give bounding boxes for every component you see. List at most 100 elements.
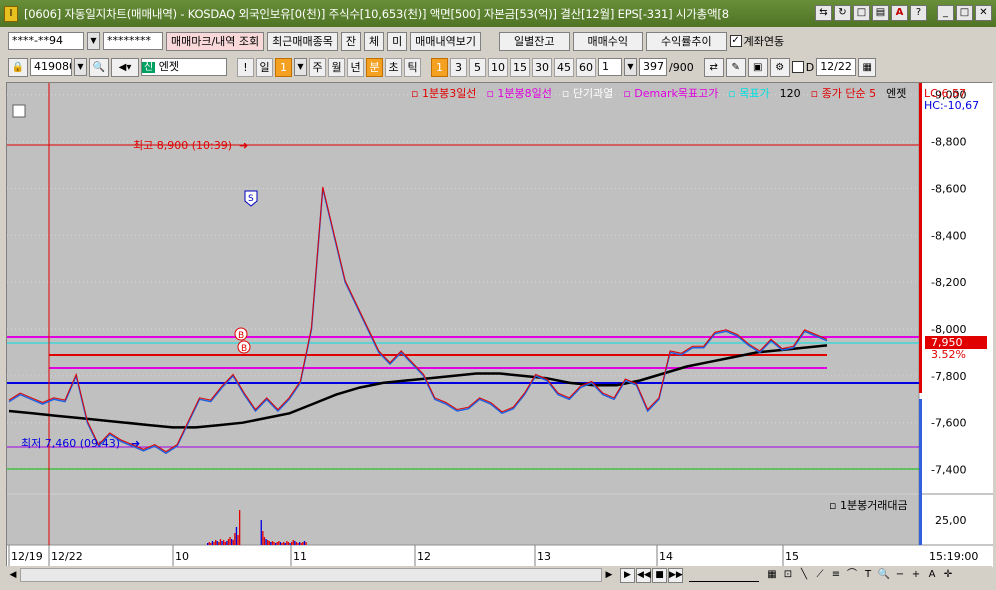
text-tool-icon[interactable]: T: [861, 568, 875, 582]
d-checkbox[interactable]: D: [791, 60, 815, 74]
volume-legend-label: ▫ 1분봉거래대금: [829, 499, 908, 512]
volume-bar: [286, 541, 288, 545]
volume-bar: [219, 539, 222, 545]
minute-60-button[interactable]: 60: [576, 57, 596, 77]
period-month-button[interactable]: 월: [328, 57, 345, 77]
executed-button[interactable]: 체: [364, 31, 385, 51]
minute-3-button[interactable]: 3: [450, 57, 467, 77]
chart-scrollbar[interactable]: ◀ ▶ ▶ ◀◀ ■ ▶▶ ▦ ⊡ ╲ ⟋ ≡ ⌒ T 🔍 − + A ✛: [6, 566, 992, 584]
minute-45-button[interactable]: 45: [554, 57, 574, 77]
arc-icon[interactable]: ⌒: [845, 568, 859, 582]
lock-icon[interactable]: 🔒: [8, 57, 28, 77]
draw-line-icon[interactable]: ╲: [797, 568, 811, 582]
period-dropdown-icon[interactable]: ▼: [294, 58, 307, 76]
bar-count-field[interactable]: 397: [639, 58, 667, 76]
price-tick-label: -7,800: [931, 370, 966, 383]
code-dropdown-icon[interactable]: ▼: [74, 58, 87, 76]
close-button[interactable]: ✕: [975, 5, 992, 21]
view-trades-button[interactable]: 매매내역보기: [410, 31, 482, 51]
window-title: [0606] 자동일지차트(매매내역) - KOSDAQ 외국인보유[0(천)]…: [24, 6, 729, 21]
swap-icon[interactable]: ⇄: [703, 57, 724, 77]
link-icon[interactable]: ⇆: [815, 5, 832, 21]
price-chart[interactable]: S B B 최고 8,900 (10:39) ➜ 최저 7,460 (09:43…: [7, 83, 993, 567]
d-checkbox-box[interactable]: [791, 61, 804, 73]
period-day-button[interactable]: 일: [256, 57, 273, 77]
minute-1-button[interactable]: 1: [431, 57, 448, 77]
d-label: D: [805, 60, 815, 74]
trade-profit-button[interactable]: 매매수익: [572, 31, 643, 51]
period-second-button[interactable]: 초: [385, 57, 402, 77]
scroll-right-icon[interactable]: ▶: [602, 568, 616, 582]
stock-name-field[interactable]: 신 엔젯: [141, 58, 227, 76]
volume-bar: [292, 540, 294, 545]
minute-15-button[interactable]: 15: [510, 57, 530, 77]
refresh-icon[interactable]: ↻: [834, 5, 851, 21]
daily-balance-button[interactable]: 일별잔고: [499, 31, 570, 51]
zoom-icon[interactable]: 🔍: [877, 568, 891, 582]
trade-mark-button[interactable]: 매매마크/내역 조회: [166, 31, 265, 51]
scroll-track[interactable]: [20, 568, 602, 582]
chart-grid-icon[interactable]: [12, 104, 26, 118]
balance-button[interactable]: 잔: [340, 31, 362, 51]
return-trend-button[interactable]: 수익률추이: [645, 31, 727, 51]
low-arrow-icon: ➜: [131, 437, 140, 450]
toolbar-symbol: 🔒 419080 ▼ 🔍 ◀▾ 신 엔젯 ! 일 1 ▼ 주 월 년 분 초 틱…: [0, 55, 996, 79]
volume-bar: [215, 540, 217, 545]
settings-icon[interactable]: ⚙: [769, 57, 790, 77]
zoom-box-icon[interactable]: ⊡: [781, 568, 795, 582]
current-pct-label: 3.52%: [931, 348, 966, 361]
tools-icon[interactable]: ✎: [725, 57, 746, 77]
period-year-button[interactable]: 년: [347, 57, 364, 77]
date-field[interactable]: 12/22: [816, 58, 857, 76]
account-link-checkbox[interactable]: ✓ 계좌연동: [729, 33, 784, 49]
help-icon[interactable]: ?: [910, 5, 927, 21]
speaker-icon[interactable]: ◀▾: [111, 57, 139, 77]
zoom-out-icon[interactable]: −: [893, 568, 907, 582]
font-size-icon[interactable]: A: [925, 568, 939, 582]
interval-dropdown-icon[interactable]: ▼: [624, 58, 637, 76]
volume-bar: [211, 541, 214, 545]
forward-icon[interactable]: ▶▶: [668, 567, 683, 583]
save-icon[interactable]: ▣: [747, 57, 768, 77]
minute-10-button[interactable]: 10: [488, 57, 508, 77]
stop-icon[interactable]: ■: [652, 567, 667, 583]
period-week-button[interactable]: 주: [309, 57, 326, 77]
volume-bar: [226, 541, 228, 545]
account-field[interactable]: ****-**94: [8, 32, 84, 50]
grid-icon[interactable]: ▦: [765, 568, 779, 582]
volume-bar: [265, 539, 267, 545]
unfilled-button[interactable]: 미: [387, 31, 408, 51]
period-tick-button[interactable]: 틱: [404, 57, 421, 77]
search-icon[interactable]: 🔍: [89, 57, 109, 77]
print-icon[interactable]: ▤: [872, 5, 889, 21]
window-icon[interactable]: □: [853, 5, 870, 21]
password-field[interactable]: ********: [103, 32, 163, 50]
calendar-icon[interactable]: ▦: [858, 57, 877, 77]
trend-icon[interactable]: ⟋: [813, 568, 827, 582]
period-minute-button[interactable]: 분: [366, 57, 383, 77]
alert-button[interactable]: !: [237, 57, 254, 77]
account-dropdown-icon[interactable]: ▼: [87, 32, 100, 50]
minute-5-button[interactable]: 5: [469, 57, 486, 77]
chart-tools: ▦ ⊡ ╲ ⟋ ≡ ⌒ T 🔍 − + A ✛: [765, 568, 955, 582]
volume-bar: [268, 541, 270, 545]
volume-bar: [305, 542, 307, 545]
interval-field[interactable]: 1: [598, 58, 622, 76]
font-icon[interactable]: A: [891, 5, 908, 21]
recent-trades-button[interactable]: 최근매매종목: [267, 31, 338, 51]
stock-code-field[interactable]: 419080: [30, 58, 72, 76]
scroll-left-icon[interactable]: ◀: [6, 568, 20, 582]
checkbox-box[interactable]: ✓: [729, 35, 742, 47]
rewind-icon[interactable]: ◀◀: [636, 567, 651, 583]
fib-icon[interactable]: ≡: [829, 568, 843, 582]
zoom-slider[interactable]: [689, 568, 759, 582]
period-number-button[interactable]: 1: [275, 57, 292, 77]
price-tick-label: -7,600: [931, 417, 966, 430]
zoom-in-icon[interactable]: +: [909, 568, 923, 582]
play-icon[interactable]: ▶: [620, 567, 635, 583]
minute-30-button[interactable]: 30: [532, 57, 552, 77]
minimize-button[interactable]: _: [937, 5, 954, 21]
maximize-button[interactable]: □: [956, 5, 973, 21]
crosshair-icon[interactable]: ✛: [941, 568, 955, 582]
chart-area[interactable]: S B B 최고 8,900 (10:39) ➜ 최저 7,460 (09:43…: [6, 82, 993, 567]
